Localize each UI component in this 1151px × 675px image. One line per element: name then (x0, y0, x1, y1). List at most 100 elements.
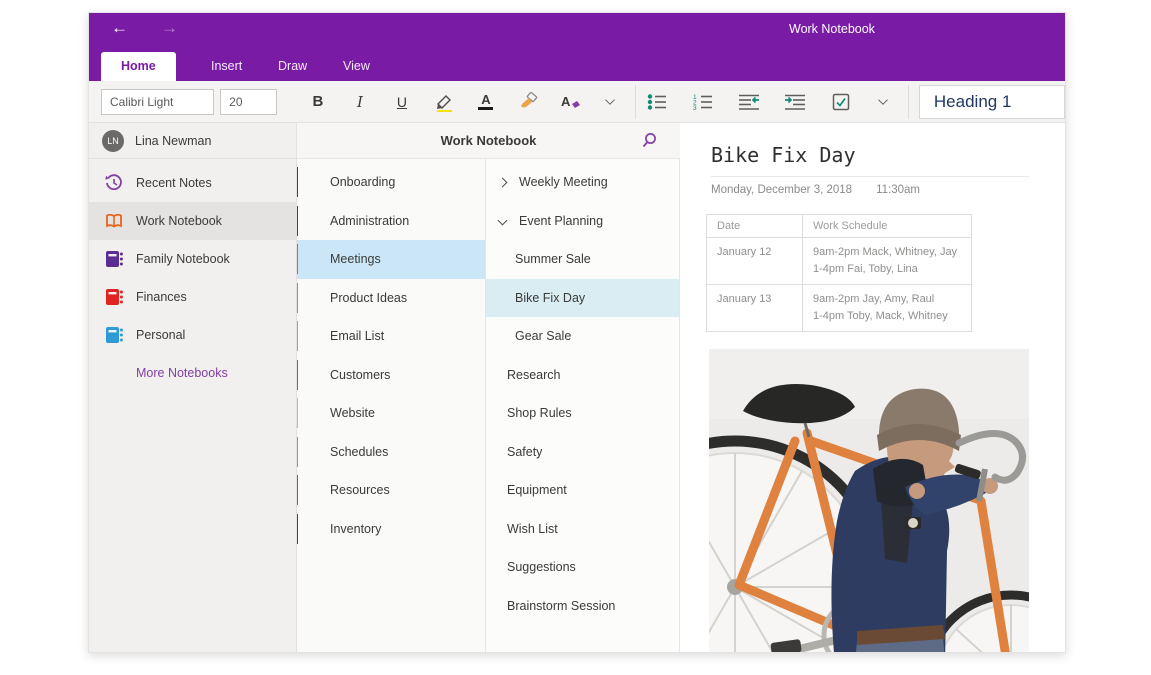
table-cell-date[interactable]: January 13 (707, 285, 803, 332)
section-label: Resources (330, 483, 390, 497)
section-item-inventory[interactable]: Inventory (297, 510, 485, 549)
schedule-line: 9am-2pm Jay, Amy, Raul (813, 291, 963, 308)
chevron-right-icon[interactable] (498, 177, 508, 187)
section-label: Schedules (330, 445, 388, 459)
sidebar-item-personal[interactable]: Personal (89, 316, 296, 354)
section-label: Product Ideas (330, 291, 407, 305)
underline-button[interactable]: U (385, 85, 419, 119)
section-color-tab (297, 360, 298, 390)
format-painter-button[interactable] (511, 85, 545, 119)
sidebar-item-label: Personal (136, 328, 185, 342)
table-cell-schedule[interactable]: 9am-2pm Jay, Amy, Raul 1-4pm Toby, Mack,… (803, 285, 972, 332)
user-name: Lina Newman (135, 134, 211, 148)
table-header-date[interactable]: Date (707, 215, 803, 238)
page-item-research[interactable]: Research (486, 356, 679, 395)
table-header-schedule[interactable]: Work Schedule (803, 215, 972, 238)
font-name-input[interactable]: Calibri Light (101, 89, 214, 115)
schedule-line: 1-4pm Toby, Mack, Whitney (813, 308, 963, 325)
font-size-input[interactable]: 20 (220, 89, 277, 115)
more-notebooks-link[interactable]: More Notebooks (89, 354, 296, 380)
outdent-button[interactable] (732, 85, 766, 119)
onenote-window: ← → Work Notebook Home Insert Draw View … (88, 12, 1066, 653)
page-label: Summer Sale (515, 252, 591, 266)
chevron-down-icon[interactable] (498, 215, 508, 225)
search-button[interactable] (640, 131, 658, 152)
user-account-row[interactable]: LN Lina Newman (89, 123, 296, 159)
italic-button[interactable]: I (343, 85, 377, 119)
page-label: Suggestions (507, 560, 576, 574)
tab-draw[interactable]: Draw (258, 52, 327, 81)
panel-title: Work Notebook (441, 133, 537, 148)
section-color-tab (297, 321, 298, 351)
table-cell-date[interactable]: January 12 (707, 238, 803, 285)
section-color-tab (297, 437, 298, 467)
svg-text:A: A (561, 94, 571, 109)
sidebar-item-label: Recent Notes (136, 176, 212, 190)
page-item-safety[interactable]: Safety (486, 433, 679, 472)
desktop-background: ← → Work Notebook Home Insert Draw View … (0, 0, 1151, 675)
todo-tag-button[interactable] (824, 85, 858, 119)
sidebar-item-finances[interactable]: Finances (89, 278, 296, 316)
indent-button[interactable] (778, 85, 812, 119)
highlighter-icon (434, 92, 454, 112)
page-label: Wish List (507, 522, 558, 536)
highlighter-button[interactable] (427, 85, 461, 119)
sidebar-item-work-notebook[interactable]: Work Notebook (89, 202, 296, 240)
section-item-schedules[interactable]: Schedules (297, 433, 485, 472)
back-arrow-icon[interactable]: ← (111, 18, 128, 38)
tab-view[interactable]: View (323, 52, 390, 81)
page-item-suggestions[interactable]: Suggestions (486, 548, 679, 587)
bullet-list-button[interactable] (640, 85, 674, 119)
section-list: Onboarding Administration Meetings (297, 159, 486, 652)
table-cell-schedule[interactable]: 9am-2pm Mack, Whitney, Jay 1-4pm Fai, To… (803, 238, 972, 285)
panel-columns: Onboarding Administration Meetings (297, 159, 680, 652)
forward-arrow-icon[interactable]: → (161, 18, 178, 38)
page-label: Research (507, 368, 561, 382)
window-title: Work Notebook (789, 22, 875, 36)
page-item-event-planning[interactable]: Event Planning (486, 202, 679, 241)
tab-home[interactable]: Home (101, 52, 176, 81)
page-item-wish-list[interactable]: Wish List (486, 510, 679, 549)
history-clock-icon (104, 173, 124, 193)
page-item-equipment[interactable]: Equipment (486, 471, 679, 510)
notebook-sidebar: LN Lina Newman Recent Notes (89, 123, 297, 652)
font-color-bar (478, 107, 493, 110)
numbered-list-button[interactable]: 1 2 3 (686, 85, 720, 119)
page-item-gear-sale[interactable]: Gear Sale (486, 317, 679, 356)
page-item-bike-fix-day[interactable]: Bike Fix Day (486, 279, 679, 318)
section-item-onboarding[interactable]: Onboarding (297, 163, 485, 202)
page-item-shop-rules[interactable]: Shop Rules (486, 394, 679, 433)
font-group-expand-button[interactable] (593, 85, 627, 119)
section-item-administration[interactable]: Administration (297, 202, 485, 241)
section-item-resources[interactable]: Resources (297, 471, 485, 510)
section-item-product-ideas[interactable]: Product Ideas (297, 279, 485, 318)
section-color-tab (297, 514, 298, 544)
open-book-icon (104, 211, 124, 231)
page-label: Shop Rules (507, 406, 572, 420)
ribbon-tab-row: Home Insert Draw View (89, 49, 1065, 81)
sidebar-item-family-notebook[interactable]: Family Notebook (89, 240, 296, 278)
tab-insert[interactable]: Insert (191, 52, 262, 81)
svg-text:3: 3 (693, 105, 697, 111)
page-datetime: Monday, December 3, 201811:30am (711, 184, 1065, 196)
section-item-website[interactable]: Website (297, 394, 485, 433)
section-item-email-list[interactable]: Email List (297, 317, 485, 356)
page-item-summer-sale[interactable]: Summer Sale (486, 240, 679, 279)
sidebar-item-recent-notes[interactable]: Recent Notes (89, 164, 296, 202)
clear-formatting-button[interactable]: A (553, 85, 587, 119)
bold-button[interactable]: B (301, 85, 335, 119)
page-item-weekly-meeting[interactable]: Weekly Meeting (486, 163, 679, 202)
font-color-button[interactable]: A (469, 85, 503, 119)
text-style-selector[interactable]: Heading 1 (919, 85, 1065, 119)
paragraph-group-expand-button[interactable] (866, 85, 900, 119)
page-photo-bike-man[interactable] (709, 349, 1029, 652)
page-label: Safety (507, 445, 542, 459)
clear-formatting-icon: A (559, 92, 581, 112)
sidebar-item-label: Family Notebook (136, 252, 230, 266)
section-item-customers[interactable]: Customers (297, 356, 485, 395)
page-title[interactable]: Bike Fix Day (711, 143, 1065, 167)
section-item-meetings[interactable]: Meetings (297, 240, 485, 279)
section-color-tab (297, 283, 298, 313)
notebook-icon (104, 287, 124, 307)
page-item-brainstorm-session[interactable]: Brainstorm Session (486, 587, 679, 626)
